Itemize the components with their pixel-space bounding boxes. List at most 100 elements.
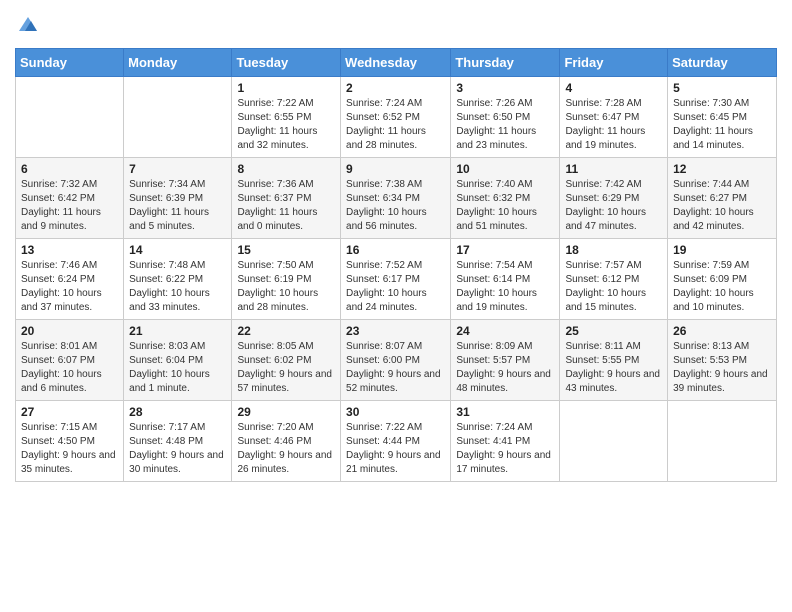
day-number: 17 <box>456 243 554 257</box>
day-info: Sunrise: 7:57 AMSunset: 6:12 PMDaylight:… <box>565 259 662 315</box>
day-number: 25 <box>565 324 662 338</box>
calendar-cell <box>124 77 232 158</box>
day-info: Sunrise: 7:44 AMSunset: 6:27 PMDaylight:… <box>673 178 771 234</box>
weekday-header: Friday <box>560 49 668 77</box>
calendar-cell: 5 Sunrise: 7:30 AMSunset: 6:45 PMDaylight… <box>668 77 777 158</box>
logo <box>15 15 39 40</box>
calendar-cell: 9 Sunrise: 7:38 AMSunset: 6:34 PMDaylight… <box>341 158 451 239</box>
day-info: Sunrise: 8:05 AMSunset: 6:02 PMDaylight:… <box>237 340 335 396</box>
day-number: 13 <box>21 243 118 257</box>
calendar-cell: 29Sunrise: 7:20 AMSunset: 4:46 PMDayligh… <box>232 401 341 482</box>
logo-icon <box>17 13 39 35</box>
day-number: 10 <box>456 162 554 176</box>
calendar-cell: 22 Sunrise: 8:05 AMSunset: 6:02 PMDayligh… <box>232 320 341 401</box>
day-number: 7 <box>129 162 226 176</box>
calendar-cell: 24 Sunrise: 8:09 AMSunset: 5:57 PMDayligh… <box>451 320 560 401</box>
day-info: Sunrise: 8:13 AMSunset: 5:53 PMDaylight:… <box>673 340 771 396</box>
calendar-cell: 25 Sunrise: 8:11 AMSunset: 5:55 PMDayligh… <box>560 320 668 401</box>
day-info: Sunrise: 8:11 AMSunset: 5:55 PMDaylight:… <box>565 340 662 396</box>
day-info: Sunrise: 8:03 AMSunset: 6:04 PMDaylight:… <box>129 340 226 396</box>
calendar-cell <box>560 401 668 482</box>
calendar-cell: 6Sunrise: 7:32 AMSunset: 6:42 PMDaylight… <box>16 158 124 239</box>
calendar-cell: 27 Sunrise: 7:15 AMSunset: 4:50 PMDayligh… <box>16 401 124 482</box>
day-number: 23 <box>346 324 445 338</box>
calendar-cell: 15 Sunrise: 7:50 AMSunset: 6:19 PMDayligh… <box>232 239 341 320</box>
page: SundayMondayTuesdayWednesdayThursdayFrid… <box>0 0 792 497</box>
calendar-cell: 11 Sunrise: 7:42 AMSunset: 6:29 PMDayligh… <box>560 158 668 239</box>
calendar-table: SundayMondayTuesdayWednesdayThursdayFrid… <box>15 48 777 482</box>
day-info: Sunrise: 8:09 AMSunset: 5:57 PMDaylight:… <box>456 340 554 396</box>
calendar-cell: 8Sunrise: 7:36 AMSunset: 6:37 PMDaylight… <box>232 158 341 239</box>
day-number: 15 <box>237 243 335 257</box>
weekday-header: Saturday <box>668 49 777 77</box>
day-number: 9 <box>346 162 445 176</box>
day-info: Sunrise: 8:01 AMSunset: 6:07 PMDaylight:… <box>21 340 118 396</box>
day-info: Sunrise: 7:38 AMSunset: 6:34 PMDaylight:… <box>346 178 445 234</box>
day-number: 3 <box>456 81 554 95</box>
day-info: Sunrise: 7:22 AMSunset: 4:44 PMDaylight:… <box>346 421 445 477</box>
day-number: 30 <box>346 405 445 419</box>
calendar-cell: 30 Sunrise: 7:22 AMSunset: 4:44 PMDayligh… <box>341 401 451 482</box>
day-info: Sunrise: 7:48 AMSunset: 6:22 PMDaylight:… <box>129 259 226 315</box>
weekday-header: Tuesday <box>232 49 341 77</box>
day-info: Sunrise: 7:40 AMSunset: 6:32 PMDaylight:… <box>456 178 554 234</box>
weekday-header: Sunday <box>16 49 124 77</box>
day-info: Sunrise: 7:26 AMSunset: 6:50 PMDaylight:… <box>456 97 554 153</box>
calendar-week-row: 27 Sunrise: 7:15 AMSunset: 4:50 PMDayligh… <box>16 401 777 482</box>
day-number: 20 <box>21 324 118 338</box>
calendar-cell: 4Sunrise: 7:28 AMSunset: 6:47 PMDaylight… <box>560 77 668 158</box>
day-info: Sunrise: 7:24 AMSunset: 6:52 PMDaylight:… <box>346 97 445 153</box>
day-number: 11 <box>565 162 662 176</box>
day-number: 16 <box>346 243 445 257</box>
calendar-cell: 13 Sunrise: 7:46 AMSunset: 6:24 PMDayligh… <box>16 239 124 320</box>
header <box>15 10 777 40</box>
day-info: Sunrise: 7:15 AMSunset: 4:50 PMDaylight:… <box>21 421 118 477</box>
day-info: Sunrise: 7:46 AMSunset: 6:24 PMDaylight:… <box>21 259 118 315</box>
day-info: Sunrise: 7:36 AMSunset: 6:37 PMDaylight:… <box>237 178 335 234</box>
calendar-week-row: 6Sunrise: 7:32 AMSunset: 6:42 PMDaylight… <box>16 158 777 239</box>
day-number: 18 <box>565 243 662 257</box>
day-number: 27 <box>21 405 118 419</box>
day-number: 1 <box>237 81 335 95</box>
day-info: Sunrise: 7:22 AMSunset: 6:55 PMDaylight:… <box>237 97 335 153</box>
day-number: 5 <box>673 81 771 95</box>
calendar-cell: 1 Sunrise: 7:22 AMSunset: 6:55 PMDaylight… <box>232 77 341 158</box>
day-number: 21 <box>129 324 226 338</box>
day-info: Sunrise: 7:54 AMSunset: 6:14 PMDaylight:… <box>456 259 554 315</box>
calendar-week-row: 20 Sunrise: 8:01 AMSunset: 6:07 PMDayligh… <box>16 320 777 401</box>
calendar-cell: 14 Sunrise: 7:48 AMSunset: 6:22 PMDayligh… <box>124 239 232 320</box>
day-info: Sunrise: 7:52 AMSunset: 6:17 PMDaylight:… <box>346 259 445 315</box>
calendar-cell <box>16 77 124 158</box>
day-number: 22 <box>237 324 335 338</box>
logo-line1 <box>15 15 39 40</box>
day-number: 14 <box>129 243 226 257</box>
weekday-header: Wednesday <box>341 49 451 77</box>
calendar-cell: 7 Sunrise: 7:34 AMSunset: 6:39 PMDaylight… <box>124 158 232 239</box>
day-info: Sunrise: 7:24 AMSunset: 4:41 PMDaylight:… <box>456 421 554 477</box>
day-info: Sunrise: 8:07 AMSunset: 6:00 PMDaylight:… <box>346 340 445 396</box>
day-number: 28 <box>129 405 226 419</box>
calendar-cell: 20 Sunrise: 8:01 AMSunset: 6:07 PMDayligh… <box>16 320 124 401</box>
weekday-header-row: SundayMondayTuesdayWednesdayThursdayFrid… <box>16 49 777 77</box>
day-number: 26 <box>673 324 771 338</box>
day-info: Sunrise: 7:50 AMSunset: 6:19 PMDaylight:… <box>237 259 335 315</box>
calendar-cell: 18 Sunrise: 7:57 AMSunset: 6:12 PMDayligh… <box>560 239 668 320</box>
calendar-cell: 23 Sunrise: 8:07 AMSunset: 6:00 PMDayligh… <box>341 320 451 401</box>
calendar-cell: 19 Sunrise: 7:59 AMSunset: 6:09 PMDayligh… <box>668 239 777 320</box>
day-info: Sunrise: 7:34 AMSunset: 6:39 PMDaylight:… <box>129 178 226 234</box>
day-number: 12 <box>673 162 771 176</box>
day-number: 24 <box>456 324 554 338</box>
calendar-week-row: 1 Sunrise: 7:22 AMSunset: 6:55 PMDaylight… <box>16 77 777 158</box>
day-info: Sunrise: 7:42 AMSunset: 6:29 PMDaylight:… <box>565 178 662 234</box>
calendar-cell: 17 Sunrise: 7:54 AMSunset: 6:14 PMDayligh… <box>451 239 560 320</box>
day-number: 19 <box>673 243 771 257</box>
calendar-cell: 10 Sunrise: 7:40 AMSunset: 6:32 PMDayligh… <box>451 158 560 239</box>
weekday-header: Thursday <box>451 49 560 77</box>
calendar-cell: 26 Sunrise: 8:13 AMSunset: 5:53 PMDayligh… <box>668 320 777 401</box>
calendar-cell: 28Sunrise: 7:17 AMSunset: 4:48 PMDayligh… <box>124 401 232 482</box>
day-info: Sunrise: 7:59 AMSunset: 6:09 PMDaylight:… <box>673 259 771 315</box>
day-info: Sunrise: 7:30 AMSunset: 6:45 PMDaylight:… <box>673 97 771 153</box>
calendar-cell: 21 Sunrise: 8:03 AMSunset: 6:04 PMDayligh… <box>124 320 232 401</box>
calendar-week-row: 13 Sunrise: 7:46 AMSunset: 6:24 PMDayligh… <box>16 239 777 320</box>
day-info: Sunrise: 7:28 AMSunset: 6:47 PMDaylight:… <box>565 97 662 153</box>
